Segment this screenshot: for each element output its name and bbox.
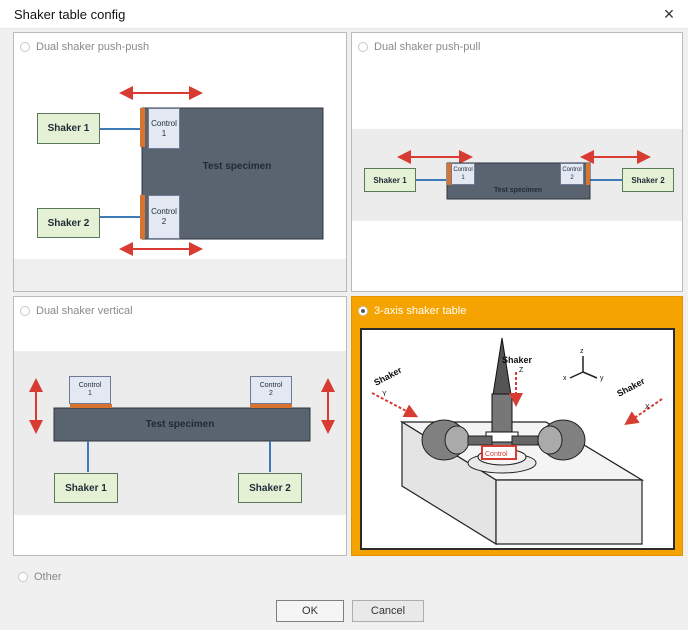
footer-hint bbox=[14, 259, 346, 291]
shaker-y-axis-label: Y bbox=[382, 391, 387, 398]
push-push-diagram bbox=[14, 33, 346, 291]
axis-z-label: z bbox=[580, 348, 584, 355]
mount-1 bbox=[140, 108, 145, 147]
push-pull-diagram bbox=[352, 33, 682, 291]
left-shaker-face bbox=[444, 425, 470, 455]
mount-2 bbox=[250, 404, 292, 408]
push-push-diagram-svg bbox=[14, 86, 346, 291]
control-1-box: Control 1 bbox=[69, 376, 111, 404]
shaker-1-box: Shaker 1 bbox=[54, 473, 118, 503]
shaker-table-config-dialog: Shaker table config × Dual shaker push-p… bbox=[0, 0, 688, 630]
shaker-1-box: Shaker 1 bbox=[37, 113, 100, 144]
base-front-face bbox=[495, 479, 643, 545]
3-axis-diagram-svg: Shaker Z Shaker Y Shaker X Control z x y bbox=[371, 337, 663, 546]
option-dual-vertical[interactable]: Dual shaker vertical Control 1 Control 2… bbox=[13, 296, 347, 556]
title-bar: Shaker table config × bbox=[0, 0, 688, 29]
option-label: 3-axis shaker table bbox=[374, 305, 467, 317]
axis-y-line bbox=[582, 371, 598, 379]
option-dual-push-push[interactable]: Dual shaker push-push Shaker 1 Shaker 2 … bbox=[13, 32, 347, 292]
close-icon[interactable]: × bbox=[656, 2, 682, 26]
control-2-box: Control 2 bbox=[148, 195, 180, 239]
radio-row[interactable]: 3-axis shaker table bbox=[358, 305, 466, 317]
option-label: Other bbox=[34, 571, 62, 583]
ok-button[interactable]: OK bbox=[276, 600, 344, 622]
specimen-label: Test specimen bbox=[493, 186, 543, 194]
3-axis-image: Shaker Z Shaker Y Shaker X Control z x y bbox=[360, 328, 675, 550]
axis-x-line bbox=[569, 371, 584, 379]
specimen-label: Test specimen bbox=[202, 160, 272, 172]
shaker-x-label: Shaker bbox=[615, 376, 647, 399]
mount-1 bbox=[70, 404, 112, 408]
specimen-label: Test specimen bbox=[145, 418, 215, 430]
option-dual-push-pull[interactable]: Dual shaker push-pull Shaker 1 Shaker 2 … bbox=[351, 32, 683, 292]
control-label: Control bbox=[485, 451, 508, 458]
shaker-z-axis-label: Z bbox=[519, 367, 524, 374]
cancel-button[interactable]: Cancel bbox=[352, 600, 424, 622]
shaker-2-box: Shaker 2 bbox=[622, 168, 674, 192]
push-pull-diagram-svg bbox=[352, 129, 682, 221]
shaker-y-label: Shaker bbox=[372, 365, 404, 388]
shaker-1-box: Shaker 1 bbox=[364, 168, 416, 192]
option-3-axis-shaker-table[interactable]: 3-axis shaker table Shaker Z Shaker Y Sh… bbox=[351, 296, 683, 556]
radio-button[interactable] bbox=[18, 572, 28, 582]
axis-y-label: y bbox=[600, 375, 604, 382]
right-shaker-arm bbox=[511, 435, 539, 446]
shaker-2-box: Shaker 2 bbox=[37, 208, 100, 238]
dialog-title: Shaker table config bbox=[14, 7, 126, 22]
left-shaker-arm bbox=[467, 435, 493, 446]
shaker-2-box: Shaker 2 bbox=[238, 473, 302, 503]
control-1-box: Control 1 bbox=[451, 163, 475, 185]
mount-2 bbox=[586, 163, 590, 185]
shaker-y-arrow bbox=[371, 392, 419, 418]
axis-x-label: x bbox=[563, 375, 567, 382]
control-2-box: Control 2 bbox=[560, 163, 584, 185]
shaker-x-axis-label: X bbox=[645, 404, 650, 411]
cone-tip bbox=[492, 337, 512, 396]
option-other[interactable]: Other bbox=[18, 571, 62, 583]
radio-button-checked[interactable] bbox=[358, 306, 368, 316]
mount-2 bbox=[140, 195, 145, 239]
right-shaker-face bbox=[537, 425, 563, 455]
control-1-box: Control 1 bbox=[148, 108, 180, 149]
control-2-box: Control 2 bbox=[250, 376, 292, 404]
shaker-z-label: Shaker bbox=[502, 355, 533, 365]
